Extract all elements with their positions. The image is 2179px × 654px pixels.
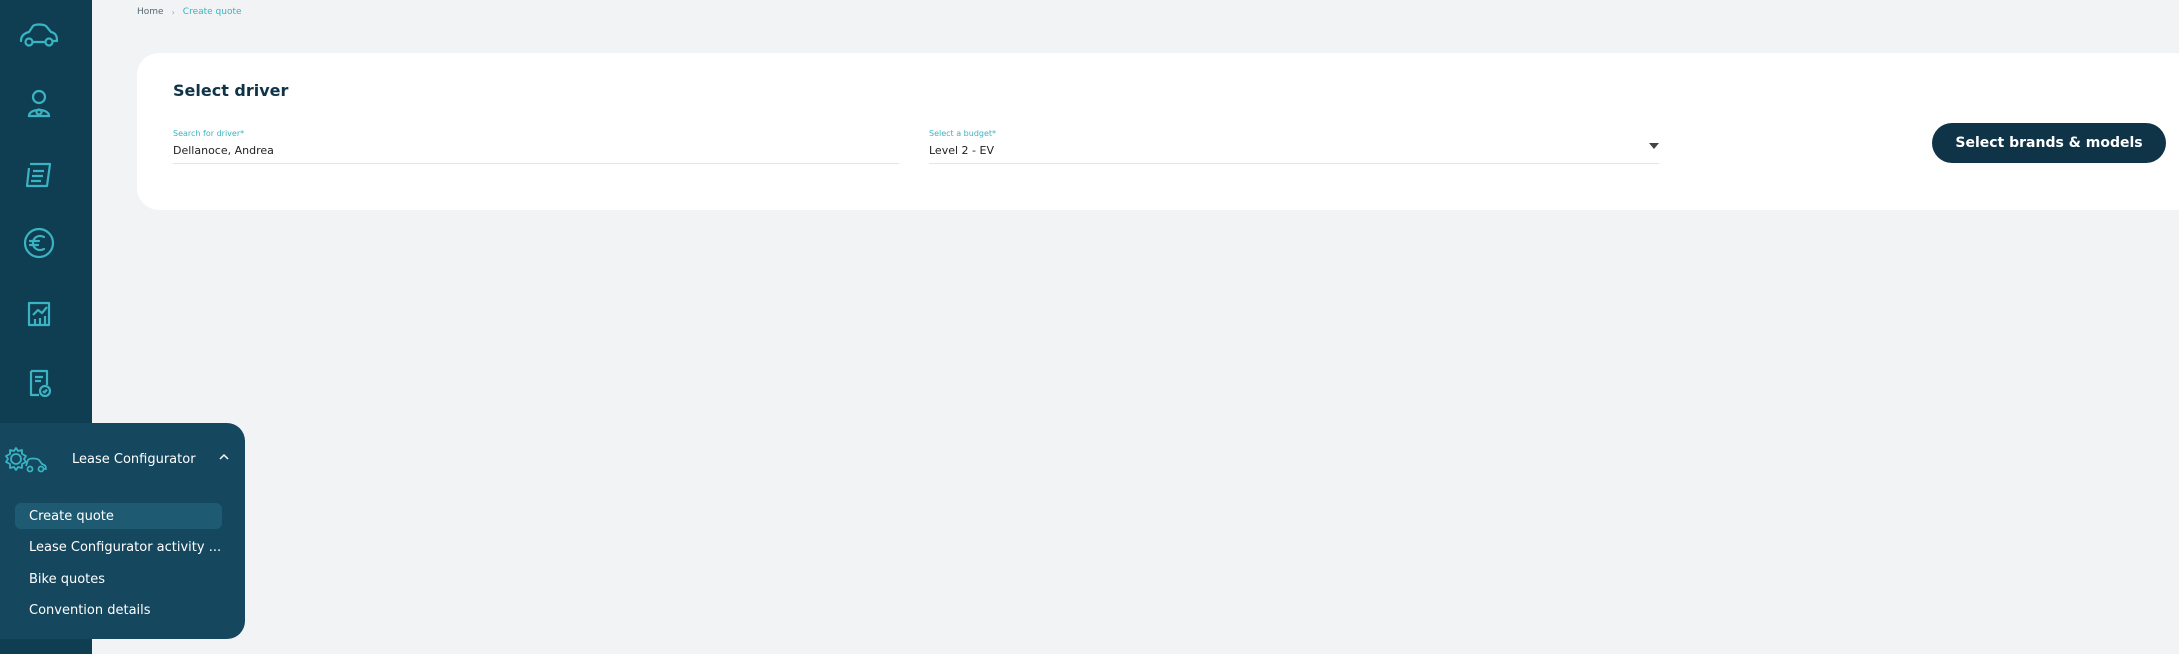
breadcrumb-separator: › — [171, 7, 175, 17]
driver-search-value[interactable]: Dellanoce, Andrea — [173, 144, 274, 157]
breadcrumb-home[interactable]: Home — [137, 7, 164, 17]
gear-car-icon — [5, 447, 47, 473]
budget-select-label: Select a budget* — [929, 129, 997, 138]
document-icon[interactable] — [0, 144, 78, 204]
car-icon[interactable] — [0, 5, 78, 65]
select-brands-models-button[interactable]: Select brands & models — [1932, 123, 2166, 163]
breadcrumb: Home › Create quote — [137, 7, 242, 17]
card-title: Select driver — [173, 81, 289, 100]
euro-icon[interactable] — [0, 213, 78, 273]
driver-search-field[interactable]: Search for driver* Dellanoce, Andrea — [173, 129, 899, 164]
budget-select-value[interactable]: Level 2 - EV — [929, 144, 994, 157]
flyout-title: Lease Configurator — [72, 452, 196, 467]
driver-icon[interactable] — [0, 74, 78, 134]
flyout-item-bike-quotes[interactable]: Bike quotes — [15, 566, 222, 592]
budget-select[interactable]: Select a budget* Level 2 - EV — [929, 129, 1659, 164]
select-driver-card: Select driver Search for driver* Dellano… — [137, 53, 2179, 210]
lease-configurator-flyout: Lease Configurator Create quote Lease Co… — [0, 423, 245, 639]
chevron-up-icon[interactable] — [218, 451, 230, 463]
flyout-item-convention-details[interactable]: Convention details — [15, 597, 222, 623]
report-chart-icon[interactable] — [0, 283, 78, 343]
driver-search-label: Search for driver* — [173, 129, 245, 138]
flyout-header[interactable]: Lease Configurator — [0, 441, 245, 477]
flyout-item-create-quote[interactable]: Create quote — [15, 503, 222, 529]
flyout-item-activity[interactable]: Lease Configurator activity ... — [15, 534, 222, 560]
dropdown-caret-icon[interactable] — [1649, 143, 1659, 149]
breadcrumb-current: Create quote — [182, 7, 242, 17]
shield-document-icon[interactable] — [0, 353, 78, 413]
